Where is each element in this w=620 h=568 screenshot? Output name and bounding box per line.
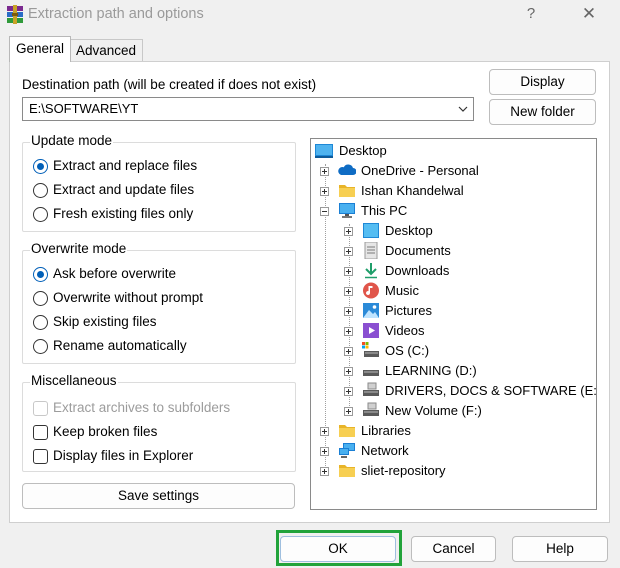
- expand-plus-icon[interactable]: [320, 187, 329, 196]
- desktop-icon: [315, 144, 333, 158]
- tree-item-label[interactable]: sliet-repository: [361, 463, 446, 478]
- tree-item-label[interactable]: LEARNING (D:): [385, 363, 477, 378]
- collapse-minus-icon[interactable]: [320, 207, 329, 216]
- picture-icon: [363, 303, 379, 318]
- expand-plus-icon[interactable]: [344, 367, 353, 376]
- expand-plus-icon[interactable]: [344, 247, 353, 256]
- save-settings-button[interactable]: Save settings: [22, 483, 295, 509]
- tree-item-label[interactable]: Pictures: [385, 303, 432, 318]
- radio-button[interactable]: [33, 207, 48, 222]
- tree-item-label[interactable]: Downloads: [385, 263, 449, 278]
- folder-icon: [339, 425, 355, 437]
- window-title: Extraction path and options: [28, 6, 204, 22]
- miscellaneous-title: Miscellaneous: [30, 373, 118, 388]
- destination-path-label: Destination path (will be created if doe…: [22, 77, 317, 92]
- title-bar: Extraction path and options ? ✕: [0, 0, 620, 30]
- cloud-icon: [338, 164, 356, 175]
- checkbox[interactable]: [33, 425, 48, 440]
- tree-item-label[interactable]: Documents: [385, 243, 451, 258]
- checkbox-label[interactable]: Keep broken files: [53, 424, 157, 439]
- tree-item-label[interactable]: Desktop: [385, 223, 433, 238]
- expand-plus-icon[interactable]: [344, 287, 353, 296]
- tree-item-label[interactable]: This PC: [361, 203, 407, 218]
- drive-icon: [363, 402, 379, 416]
- tree-item-label[interactable]: Libraries: [361, 423, 411, 438]
- tree-item-label[interactable]: Network: [361, 443, 409, 458]
- expand-plus-icon[interactable]: [344, 407, 353, 416]
- winrar-app-icon: [7, 5, 23, 24]
- chevron-down-icon[interactable]: [457, 102, 469, 116]
- radio-button-selected[interactable]: [33, 159, 48, 174]
- checkbox-disabled: [33, 401, 48, 416]
- expand-plus-icon[interactable]: [320, 167, 329, 176]
- expand-plus-icon[interactable]: [344, 387, 353, 396]
- radio-button[interactable]: [33, 291, 48, 306]
- radio-label[interactable]: Skip existing files: [53, 314, 157, 329]
- radio-button[interactable]: [33, 339, 48, 354]
- expand-plus-icon[interactable]: [344, 347, 353, 356]
- tree-item-label[interactable]: OS (C:): [385, 343, 429, 358]
- destination-path-combobox[interactable]: E:\SOFTWARE\YT: [22, 97, 474, 121]
- tree-item-label[interactable]: Music: [385, 283, 419, 298]
- drive-icon: [362, 342, 379, 357]
- expand-plus-icon[interactable]: [344, 267, 353, 276]
- music-icon: [363, 282, 379, 299]
- radio-label[interactable]: Extract and update files: [53, 182, 194, 197]
- expand-plus-icon[interactable]: [320, 447, 329, 456]
- new-folder-button[interactable]: New folder: [489, 99, 596, 125]
- checkbox[interactable]: [33, 449, 48, 464]
- tree-item-label[interactable]: New Volume (F:): [385, 403, 482, 418]
- overwrite-mode-title: Overwrite mode: [30, 241, 128, 256]
- radio-label[interactable]: Ask before overwrite: [53, 266, 176, 281]
- radio-label[interactable]: Overwrite without prompt: [53, 290, 203, 305]
- radio-button[interactable]: [33, 315, 48, 330]
- expand-plus-icon[interactable]: [344, 327, 353, 336]
- network-icon: [339, 443, 355, 458]
- radio-button[interactable]: [33, 183, 48, 198]
- expand-plus-icon[interactable]: [344, 307, 353, 316]
- help-icon[interactable]: ?: [519, 3, 543, 25]
- download-icon: [365, 263, 377, 279]
- folder-icon: [339, 465, 355, 477]
- close-icon[interactable]: ✕: [577, 3, 601, 25]
- update-mode-title: Update mode: [30, 133, 114, 148]
- tree-item-label[interactable]: DRIVERS, DOCS & SOFTWARE (E:): [385, 383, 596, 398]
- display-button[interactable]: Display: [489, 69, 596, 95]
- expand-plus-icon[interactable]: [344, 227, 353, 236]
- checkbox-label[interactable]: Display files in Explorer: [53, 448, 193, 463]
- tree-item-label[interactable]: OneDrive - Personal: [361, 163, 479, 178]
- desktop-icon: [363, 223, 379, 238]
- radio-button-selected[interactable]: [33, 267, 48, 282]
- tab-advanced[interactable]: Advanced: [69, 39, 144, 63]
- radio-label[interactable]: Fresh existing files only: [53, 206, 193, 221]
- video-icon: [363, 323, 379, 338]
- tree-item-label[interactable]: Ishan Khandelwal: [361, 183, 464, 198]
- folder-tree[interactable]: Desktop OneDrive - Personal Ishan Khande…: [310, 138, 597, 510]
- cancel-button[interactable]: Cancel: [411, 536, 496, 562]
- tab-general[interactable]: General: [9, 36, 72, 62]
- radio-label[interactable]: Extract and replace files: [53, 158, 197, 173]
- document-icon: [364, 242, 378, 259]
- tree-item-label[interactable]: Videos: [385, 323, 425, 338]
- drive-icon: [363, 370, 379, 376]
- destination-path-value[interactable]: E:\SOFTWARE\YT: [29, 101, 138, 116]
- drive-icon: [363, 382, 379, 396]
- expand-plus-icon[interactable]: [320, 427, 329, 436]
- folder-icon: [339, 185, 355, 197]
- monitor-icon: [339, 203, 355, 218]
- expand-plus-icon[interactable]: [320, 467, 329, 476]
- radio-label[interactable]: Rename automatically: [53, 338, 187, 353]
- ok-button[interactable]: OK: [280, 536, 396, 562]
- tree-item-label[interactable]: Desktop: [339, 143, 387, 158]
- checkbox-label: Extract archives to subfolders: [53, 400, 231, 415]
- help-button[interactable]: Help: [512, 536, 608, 562]
